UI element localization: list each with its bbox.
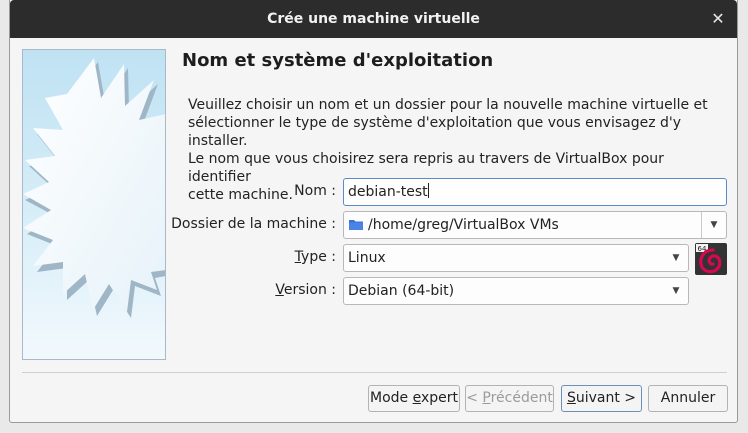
chevron-down-icon: ▼: [672, 253, 680, 263]
title-bar: Crée une machine virtuelle ✕: [10, 0, 737, 38]
type-select[interactable]: Linux ▼: [343, 244, 689, 272]
previous-label-pre: <: [466, 390, 483, 406]
name-input-value: debian-test: [348, 184, 428, 200]
name-input[interactable]: debian-test: [343, 178, 727, 206]
description-line: Veuillez choisir un nom et un dossier po…: [188, 97, 708, 113]
version-label-text: ersion :: [283, 282, 336, 298]
expert-mode-label-pre: Mode: [369, 390, 413, 406]
debian-64-icon: 64: [695, 243, 727, 275]
previous-label-post: récédent: [490, 390, 553, 406]
version-value: Debian (64-bit): [348, 283, 455, 299]
type-label: Type :: [295, 249, 336, 265]
version-label-mnemonic: V: [275, 282, 284, 298]
machine-folder-label: Dossier de la machine :: [171, 216, 336, 232]
version-label: Version :: [275, 282, 336, 298]
chevron-down-icon: ▼: [672, 286, 680, 296]
machine-folder-select[interactable]: /home/greg/VirtualBox VMs ▼: [343, 211, 727, 239]
machine-folder-value: /home/greg/VirtualBox VMs: [368, 217, 559, 233]
gear-illustration: [23, 58, 165, 318]
expert-mode-label-post: xpert: [420, 390, 458, 406]
expert-mode-mnemonic: e: [412, 390, 421, 406]
chevron-down-icon: ▼: [701, 212, 726, 238]
cancel-button[interactable]: Annuler: [648, 385, 728, 412]
wizard-side-image: [22, 49, 166, 360]
close-icon[interactable]: ✕: [709, 10, 727, 28]
name-label: Nom :: [294, 183, 336, 199]
dialog-window: Crée une machine virtuelle ✕ Nom et syst…: [9, 0, 738, 423]
text-cursor: [427, 183, 429, 198]
button-divider: [22, 372, 727, 373]
page-title: Nom et système d'exploitation: [182, 50, 494, 71]
window-title: Crée une machine virtuelle: [267, 11, 480, 27]
type-value: Linux: [348, 250, 386, 266]
debian-swirl-icon: 64: [696, 244, 722, 274]
previous-mnemonic: P: [482, 390, 491, 406]
next-mnemonic: S: [566, 390, 576, 406]
expert-mode-button[interactable]: Mode expert: [368, 385, 460, 412]
folder-icon: [349, 220, 363, 230]
previous-button[interactable]: < Précédent: [465, 385, 554, 412]
next-label-post: uivant >: [575, 390, 637, 406]
next-button[interactable]: Suivant >: [561, 385, 642, 412]
description-line: sélectionner le type de système d'exploi…: [188, 115, 682, 149]
version-select[interactable]: Debian (64-bit) ▼: [343, 277, 689, 305]
type-label-text: ype :: [301, 249, 336, 265]
